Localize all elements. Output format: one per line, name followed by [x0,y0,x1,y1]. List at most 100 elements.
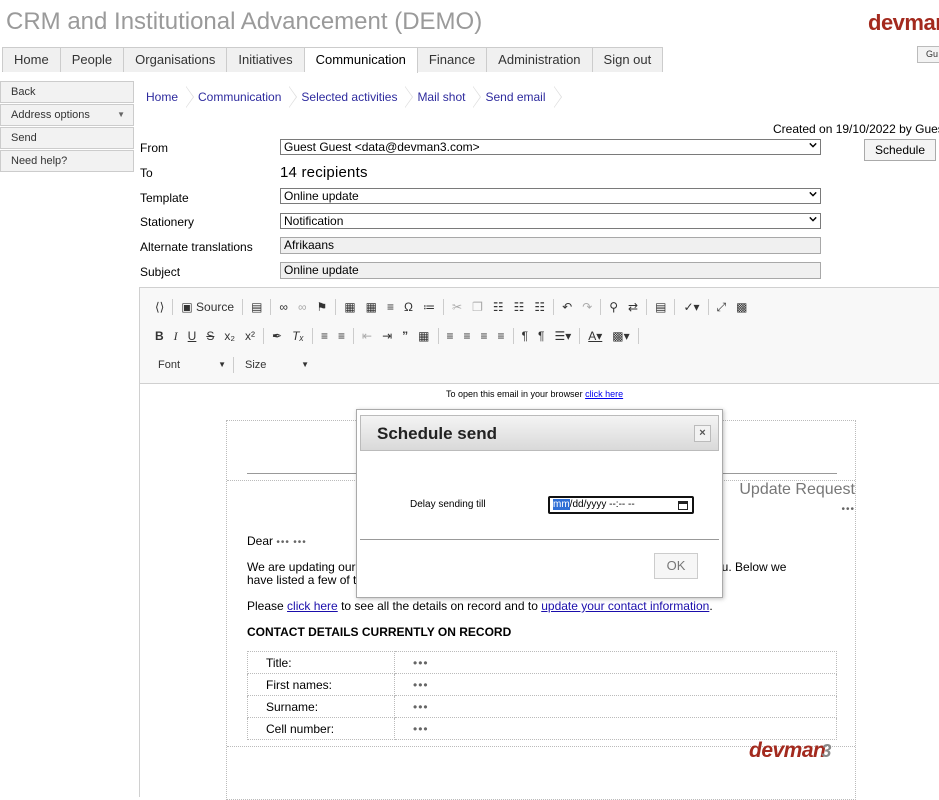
subject-field[interactable]: Online update [280,262,821,279]
horizontal-rule-icon[interactable]: ≡ [382,297,399,317]
remove-format-icon[interactable]: Tₓ [287,326,309,346]
side-item-send[interactable]: Send [0,127,134,149]
nav-tab-administration[interactable]: Administration [487,48,593,72]
side-item-address-options[interactable]: Address options ▼ [0,104,134,126]
nav-tab-home[interactable]: Home [3,48,61,72]
maximize-icon[interactable]: ⤢ [712,297,732,317]
redo-icon[interactable]: ↷ [577,297,597,317]
source-button[interactable]: ▣ Source [176,297,239,317]
outdent-icon[interactable]: ⇤ [357,326,377,346]
breadcrumb-home[interactable]: Home [138,86,195,108]
image-icon[interactable]: ▦ [339,297,360,317]
text-color-icon[interactable]: A▾ [583,326,607,346]
toolbar-separator [437,328,439,344]
created-note: Created on 19/10/2022 by Guest [773,122,939,136]
bulleted-list-icon[interactable]: ≡ [333,326,350,346]
side-item-need-help[interactable]: Need help? [0,150,134,172]
align-left-icon[interactable]: ≡ [442,326,459,346]
calendar-icon[interactable] [678,501,688,510]
blockquote-icon[interactable]: ” [397,326,413,346]
editor-toolbar: ⟨⟩ ▣ Source ▤ ∞ ∞ ⚑ ▦ ▦ ≡ Ω ≔ ✂ ❐ ☷ ☷ ☷ … [140,288,939,384]
font-combo[interactable]: Font ▼ [150,355,230,375]
paste-word-icon[interactable]: ☷ [529,297,550,317]
language-icon[interactable]: ☰▾ [549,326,576,346]
nav-tab-organisations[interactable]: Organisations [124,48,228,72]
strikethrough-icon[interactable]: S [201,326,219,346]
italic-icon[interactable]: I [169,326,183,346]
paste-icon[interactable]: ☷ [488,297,509,317]
details-link[interactable]: click here [287,599,338,613]
please-line: Please click here to see all the details… [247,599,713,613]
size-combo[interactable]: Size ▼ [237,355,313,375]
toolbar-separator [353,328,355,344]
select-all-icon[interactable]: ▤ [650,297,671,317]
breadcrumb-communication[interactable]: Communication [190,86,298,108]
table-icon[interactable]: ▦ [361,297,382,317]
breadcrumb-mail-shot[interactable]: Mail shot [409,86,482,108]
to-label: To [140,166,153,180]
placeholder-icon[interactable]: ⟨⟩ [150,297,169,317]
app-title: CRM and Institutional Advancement (DEMO) [6,8,483,35]
name-placeholder: ••• [276,537,290,548]
unlink-icon[interactable]: ∞ [293,297,312,317]
subscript-icon[interactable]: x₂ [219,326,240,346]
user-menu-button[interactable]: Gu [917,46,939,63]
preview-icon[interactable]: ▤ [246,297,267,317]
div-container-icon[interactable]: ▦ [413,326,434,346]
from-label: From [140,141,168,155]
bold-icon[interactable]: B [150,326,169,346]
align-center-icon[interactable]: ≡ [459,326,476,346]
main-nav: Home People Organisations Initiatives Co… [2,47,664,73]
link-icon[interactable]: ∞ [274,297,293,317]
background-color-icon[interactable]: ▩▾ [607,326,634,346]
align-right-icon[interactable]: ≡ [476,326,493,346]
dialog-divider [360,539,719,540]
nav-tab-people[interactable]: People [60,48,125,72]
nav-tab-finance[interactable]: Finance [417,48,488,72]
side-item-back[interactable]: Back [0,81,134,103]
delay-datetime-input[interactable]: mm/dd/yyyy --:-- -- [548,496,694,514]
indent-icon[interactable]: ⇥ [377,326,397,346]
toolbar-separator [312,328,313,344]
toolbar-separator [637,328,639,344]
nav-tab-sign-out[interactable]: Sign out [592,48,664,72]
show-blocks-icon[interactable]: ▩ [731,297,752,317]
breadcrumb-selected-activities[interactable]: Selected activities [293,86,414,108]
spellcheck-icon[interactable]: ✓▾ [678,297,704,317]
underline-icon[interactable]: U [183,326,202,346]
align-justify-icon[interactable]: ≡ [493,326,510,346]
text-direction-ltr-icon[interactable]: ¶ [517,326,533,346]
close-icon[interactable]: × [694,425,711,442]
translations-field[interactable]: Afrikaans [280,237,821,254]
cut-icon[interactable]: ✂ [447,297,467,317]
anchor-flag-icon[interactable]: ⚑ [312,297,333,317]
subject-label: Subject [140,265,181,279]
breadcrumb-send-email[interactable]: Send email [477,86,562,108]
update-contact-link[interactable]: update your contact information [541,599,709,613]
browser-note: To open this email in your browser click… [446,389,623,399]
table-row: Surname: ••• [247,695,837,718]
browser-note-link[interactable]: click here [585,389,623,399]
numbered-list-icon[interactable]: ≡ [316,326,333,346]
page-break-icon[interactable]: ≔ [418,297,440,317]
undo-icon[interactable]: ↶ [557,297,577,317]
nav-tab-initiatives[interactable]: Initiatives [227,48,305,72]
schedule-button[interactable]: Schedule [864,139,936,161]
from-select[interactable]: Guest Guest <data@devman3.com> [280,139,821,155]
stationery-select[interactable]: Notification [280,213,821,229]
paragraph-left: We are updating our [247,560,356,574]
superscript-icon[interactable]: x² [240,326,260,346]
replace-icon[interactable]: ⇄ [623,297,643,317]
copy-format-icon[interactable]: ✒ [267,326,287,346]
please-mid: to see all the details on record and to [341,599,538,613]
ok-button[interactable]: OK [654,553,698,579]
text-direction-rtl-icon[interactable]: ¶ [533,326,549,346]
find-icon[interactable]: ⚲ [604,297,623,317]
paste-text-icon[interactable]: ☷ [509,297,530,317]
copy-icon[interactable]: ❐ [467,297,488,317]
nav-tab-communication[interactable]: Communication [304,48,418,73]
schedule-send-dialog: Schedule send × Delay sending till mm/dd… [356,409,723,598]
contact-label: Title: [247,651,395,674]
special-char-icon[interactable]: Ω [399,297,418,317]
template-select[interactable]: Online update [280,188,821,204]
